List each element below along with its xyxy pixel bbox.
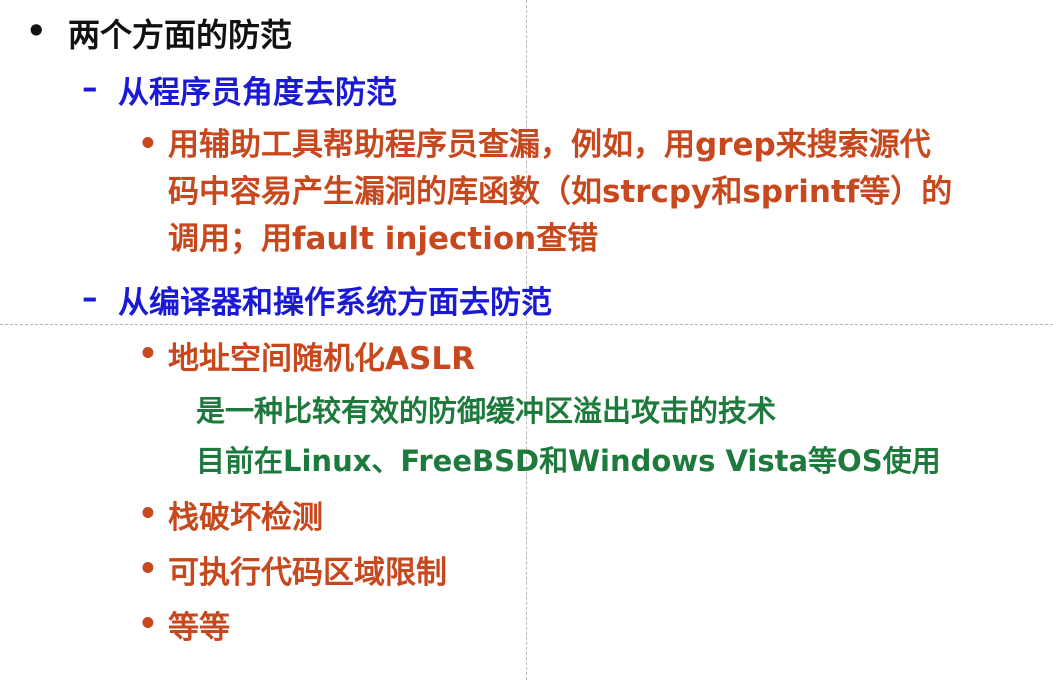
vertical-guide-line <box>526 0 527 680</box>
bullet-etc: • <box>138 606 158 642</box>
aslr-note-2: 目前在Linux、FreeBSD和Windows Vista等OS使用 <box>196 444 941 478</box>
stack-detection-item: 栈破坏检测 <box>168 500 323 536</box>
tool-item-line-3: 调用；用fault injection查错 <box>168 221 599 257</box>
bullet-stack: • <box>138 496 158 532</box>
tool-item-paragraph: 用辅助工具帮助程序员查漏，例如，用grep来搜索源代 码中容易产生漏洞的库函数（… <box>168 122 952 263</box>
dash-marker-section1: – <box>82 70 98 106</box>
bullet-aslr: • <box>138 336 158 372</box>
bullet-exec: • <box>138 551 158 587</box>
tool-item-line-2: 码中容易产生漏洞的库函数（如strcpy和sprintf等）的 <box>168 174 953 210</box>
dash-marker-section2: – <box>82 280 98 316</box>
exec-region-item: 可执行代码区域限制 <box>168 555 447 591</box>
section2-heading: 从编译器和操作系统方面去防范 <box>118 285 552 321</box>
aslr-item: 地址空间随机化ASLR <box>168 341 475 377</box>
bullet-tool-item: • <box>138 126 158 162</box>
slide-title: 两个方面的防范 <box>68 16 293 54</box>
level1-bullet: • <box>26 12 47 50</box>
aslr-note-1: 是一种比较有效的防御缓冲区溢出攻击的技术 <box>196 394 777 428</box>
etc-item: 等等 <box>168 610 230 646</box>
tool-item-line-1: 用辅助工具帮助程序员查漏，例如，用grep来搜索源代 <box>168 127 931 163</box>
horizontal-guide-line <box>0 324 1053 325</box>
section1-heading: 从程序员角度去防范 <box>118 75 397 111</box>
